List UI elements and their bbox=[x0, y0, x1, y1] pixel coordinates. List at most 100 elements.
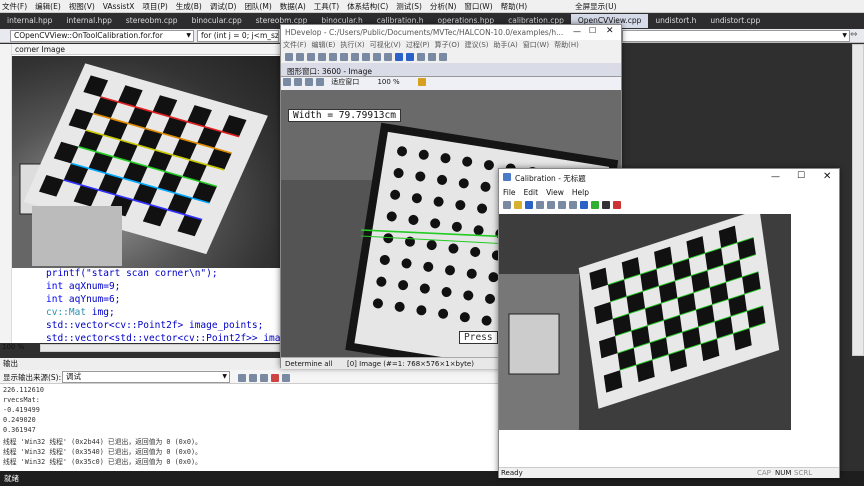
pointer-icon[interactable] bbox=[282, 78, 291, 86]
menu-debug[interactable]: 调试(D) bbox=[210, 1, 237, 12]
output-line: 0.249020 bbox=[3, 416, 36, 424]
menu-analyze[interactable]: 分析(N) bbox=[430, 1, 456, 12]
calib-menu-file[interactable]: File bbox=[503, 188, 516, 199]
calib-menu-view[interactable]: View bbox=[546, 188, 564, 199]
hd-menu-procedures[interactable]: 过程(P) bbox=[406, 40, 430, 51]
zoom-in-icon[interactable] bbox=[304, 78, 313, 86]
menu-view[interactable]: 视图(V) bbox=[69, 1, 95, 12]
paste-icon[interactable] bbox=[557, 200, 566, 209]
open-icon[interactable] bbox=[513, 200, 522, 209]
step-icon[interactable] bbox=[405, 52, 414, 61]
graphics-window-titlebar[interactable]: 图形窗口: 3600 - Image bbox=[281, 63, 621, 77]
press-button[interactable]: Press bbox=[459, 331, 498, 344]
minimize-icon[interactable]: — bbox=[573, 27, 581, 36]
menu-team[interactable]: 团队(M) bbox=[244, 1, 271, 12]
wrap-icon[interactable] bbox=[281, 373, 290, 382]
about-icon[interactable] bbox=[579, 200, 588, 209]
right-scope-dropdown[interactable]: ▼ bbox=[622, 30, 850, 42]
hand-icon[interactable] bbox=[293, 78, 302, 86]
menu-tools[interactable]: 工具(T) bbox=[314, 1, 339, 12]
hd-menu-assistants[interactable]: 助手(A) bbox=[494, 40, 518, 51]
maximize-icon[interactable]: ☐ bbox=[797, 171, 805, 181]
paste-icon[interactable] bbox=[339, 52, 348, 61]
hd-menu-visualize[interactable]: 可视化(V) bbox=[370, 40, 401, 51]
paint-icon[interactable] bbox=[417, 78, 426, 86]
hd-menu-file[interactable]: 文件(F) bbox=[283, 40, 307, 51]
menu-edit[interactable]: 编辑(E) bbox=[35, 1, 61, 12]
open-icon[interactable] bbox=[295, 52, 304, 61]
class-scope-dropdown[interactable]: COpenCVView::OnToolCalibration.for.for ▼ bbox=[10, 30, 194, 42]
tab-internal-hpp[interactable]: internal.hpp bbox=[0, 14, 59, 28]
cut-icon[interactable] bbox=[535, 200, 544, 209]
hd-menu-help[interactable]: 帮助(H) bbox=[554, 40, 579, 51]
fit-window-button[interactable]: 适应窗口 bbox=[331, 78, 359, 86]
editor-horizontal-scrollbar[interactable] bbox=[40, 344, 280, 352]
zoom-out-icon[interactable] bbox=[315, 78, 324, 86]
menu-build[interactable]: 生成(B) bbox=[176, 1, 202, 12]
corner-window-titlebar[interactable]: corner Image bbox=[12, 44, 280, 55]
undo-icon[interactable] bbox=[350, 52, 359, 61]
step-over-icon[interactable] bbox=[416, 52, 425, 61]
hd-menu-operators[interactable]: 算子(O) bbox=[435, 40, 460, 51]
close-icon[interactable]: ✕ bbox=[606, 26, 614, 36]
tab-stereobm-cpp[interactable]: stereobm.cpp bbox=[119, 14, 185, 28]
class-scope-value: COpenCVView::OnToolCalibration.for.for bbox=[14, 31, 163, 40]
menu-vassistx[interactable]: VAssistX bbox=[103, 2, 135, 11]
find-icon[interactable] bbox=[237, 373, 246, 382]
member-scope-dropdown[interactable]: for (int j = 0; j<m_sz bbox=[197, 30, 279, 42]
calibration-titlebar[interactable]: Calibration - 无标题 — ☐ ✕ bbox=[499, 169, 839, 187]
find-icon[interactable] bbox=[372, 52, 381, 61]
save-icon[interactable] bbox=[306, 52, 315, 61]
calib-menu-help[interactable]: Help bbox=[572, 188, 589, 199]
new-icon[interactable] bbox=[502, 200, 511, 209]
tab-binocular-cpp[interactable]: binocular.cpp bbox=[185, 14, 249, 28]
hd-menu-window[interactable]: 窗口(W) bbox=[523, 40, 549, 51]
menu-data[interactable]: 数据(A) bbox=[280, 1, 306, 12]
tab-internal-hpp-2[interactable]: internal.hpp bbox=[59, 14, 118, 28]
hdevelop-titlebar[interactable]: HDevelop - C:/Users/Public/Documents/MVT… bbox=[281, 25, 621, 40]
run-icon[interactable] bbox=[394, 52, 403, 61]
hd-menu-suggestions[interactable]: 建议(S) bbox=[465, 40, 489, 51]
menu-architecture[interactable]: 体系结构(C) bbox=[347, 1, 388, 12]
expand-icon[interactable]: ⇔ bbox=[850, 30, 862, 42]
copy-icon[interactable] bbox=[546, 200, 555, 209]
code-line-image-points: std::vector<cv::Point2f> image_points; bbox=[46, 320, 264, 331]
editor-zoom-level[interactable]: 100 % bbox=[2, 343, 24, 351]
calib-menu-edit[interactable]: Edit bbox=[524, 188, 539, 199]
output-source-dropdown[interactable]: 调试 ▼ bbox=[62, 371, 230, 383]
green-tool-icon[interactable] bbox=[590, 200, 599, 209]
member-scope-value: for (int j = 0; j<m_sz bbox=[201, 31, 279, 40]
maximize-icon[interactable]: ☐ bbox=[589, 26, 596, 35]
menu-window[interactable]: 窗口(W) bbox=[464, 1, 492, 12]
menu-test[interactable]: 测试(S) bbox=[396, 1, 422, 12]
cut-icon[interactable] bbox=[317, 52, 326, 61]
redo-icon[interactable] bbox=[361, 52, 370, 61]
tab-undistort-cpp[interactable]: undistort.cpp bbox=[703, 14, 767, 28]
new-icon[interactable] bbox=[284, 52, 293, 61]
calibration-toolbar bbox=[501, 200, 837, 212]
copy-icon[interactable] bbox=[328, 52, 337, 61]
prev-icon[interactable] bbox=[248, 373, 257, 382]
hd-menu-edit[interactable]: 编辑(E) bbox=[312, 40, 336, 51]
next-icon[interactable] bbox=[259, 373, 268, 382]
settings-icon[interactable] bbox=[383, 52, 392, 61]
editor-vertical-scrollbar[interactable] bbox=[852, 44, 864, 356]
hd-menu-execute[interactable]: 执行(X) bbox=[340, 40, 364, 51]
reset-icon[interactable] bbox=[438, 52, 447, 61]
graphics-zoom-level[interactable]: 100 % bbox=[377, 78, 399, 86]
menu-file[interactable]: 文件(F) bbox=[2, 1, 27, 12]
menu-project[interactable]: 项目(P) bbox=[142, 1, 167, 12]
minimize-icon[interactable]: — bbox=[771, 172, 780, 182]
stop-icon[interactable] bbox=[427, 52, 436, 61]
print-icon[interactable] bbox=[568, 200, 577, 209]
clear-icon[interactable] bbox=[270, 373, 279, 382]
tab-undistort-h[interactable]: undistort.h bbox=[648, 14, 703, 28]
close-icon[interactable]: ✕ bbox=[823, 171, 831, 182]
chessboard-icon[interactable] bbox=[601, 200, 610, 209]
calibrate-icon[interactable] bbox=[612, 200, 621, 209]
menu-help[interactable]: 帮助(H) bbox=[501, 1, 528, 12]
menu-fullscreen[interactable]: 全屏显示(U) bbox=[575, 1, 616, 12]
save-icon[interactable] bbox=[524, 200, 533, 209]
vs-status-text: 就绪 bbox=[4, 474, 19, 483]
output-toolbar-icons[interactable] bbox=[236, 373, 291, 382]
